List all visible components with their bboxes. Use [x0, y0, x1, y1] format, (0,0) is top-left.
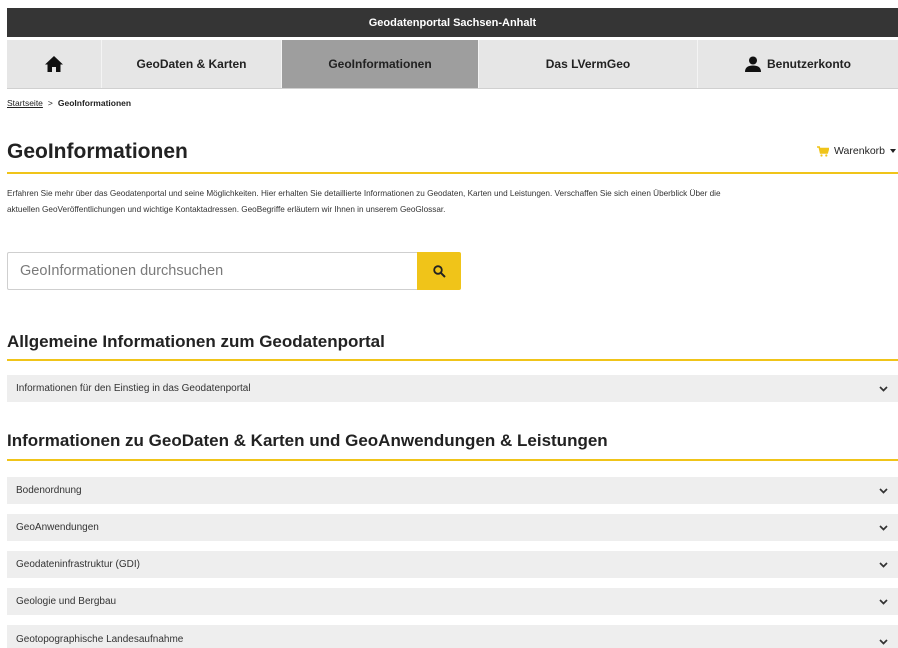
section-divider — [7, 459, 898, 461]
main-navigation: GeoDaten & Karten GeoInformationen Das L… — [7, 40, 898, 89]
accordion-item-label: GeoAnwendungen — [16, 522, 99, 533]
accordion-item-label: Bodenordnung — [16, 485, 82, 496]
chevron-down-icon — [879, 561, 888, 568]
title-divider — [7, 172, 898, 174]
page-title: GeoInformationen — [7, 140, 188, 163]
caret-down-icon — [890, 149, 896, 153]
intro-line: Erfahren Sie mehr über das Geodatenporta… — [7, 189, 721, 198]
nav-item-geoinformationen[interactable]: GeoInformationen — [282, 40, 479, 88]
section-title-geodaten-karten: Informationen zu GeoDaten & Karten und G… — [7, 431, 608, 450]
accordion-item[interactable]: GeoAnwendungen — [7, 514, 898, 541]
breadcrumb-home-link[interactable]: Startseite — [7, 98, 43, 108]
intro-line: aktuellen GeoVeröffentlichungen und wich… — [7, 205, 446, 214]
search-input[interactable] — [7, 252, 417, 290]
chevron-down-icon — [879, 524, 888, 531]
nav-item-geodaten-karten[interactable]: GeoDaten & Karten — [102, 40, 282, 88]
accordion-item-label: Geologie und Bergbau — [16, 596, 117, 607]
cart-button[interactable]: Warenkorb — [817, 145, 896, 157]
accordion-item[interactable]: Geologie und Bergbau — [7, 588, 898, 615]
search-button[interactable] — [417, 252, 461, 290]
nav-item-label: GeoInformationen — [328, 57, 432, 71]
accordion-item[interactable]: Geotopographische Landesaufnahme — [7, 625, 898, 648]
nav-item-label: Das LVermGeo — [545, 57, 631, 71]
breadcrumb-separator: > — [47, 98, 53, 108]
section-divider — [7, 359, 898, 361]
accordion-item-label: Geotopographische Landesaufnahme — [16, 634, 184, 645]
breadcrumb-current: GeoInformationen — [57, 98, 132, 108]
intro-text: Erfahren Sie mehr über das Geodatenporta… — [7, 186, 898, 218]
accordion-item-label: Geodateninfrastruktur (GDI) — [16, 559, 140, 570]
site-title: Geodatenportal Sachsen-Anhalt — [368, 16, 537, 29]
section-title-allgemeine: Allgemeine Informationen zum Geodatenpor… — [7, 332, 385, 351]
chevron-down-icon — [879, 639, 888, 645]
site-title-bar: Geodatenportal Sachsen-Anhalt — [7, 8, 898, 37]
user-icon — [745, 56, 761, 72]
chevron-down-icon — [879, 487, 888, 494]
chevron-down-icon — [879, 385, 888, 392]
nav-item-label: Benutzerkonto — [767, 57, 851, 71]
accordion-item[interactable]: Informationen für den Einstieg in das Ge… — [7, 375, 898, 402]
accordion-item-label: Informationen für den Einstieg in das Ge… — [16, 383, 251, 394]
home-icon — [45, 56, 63, 72]
nav-item-benutzerkonto[interactable]: Benutzerkonto — [698, 40, 898, 88]
shopping-cart-icon — [817, 145, 830, 157]
accordion-item[interactable]: Bodenordnung — [7, 477, 898, 504]
nav-item-das-lvermgeo[interactable]: Das LVermGeo — [479, 40, 698, 88]
accordion-item[interactable]: Geodateninfrastruktur (GDI) — [7, 551, 898, 578]
cart-label: Warenkorb — [834, 145, 885, 157]
breadcrumb: Startseite > GeoInformationen — [7, 98, 131, 108]
nav-item-label: GeoDaten & Karten — [136, 57, 247, 71]
search-icon — [432, 264, 446, 278]
search-bar — [7, 252, 461, 290]
chevron-down-icon — [879, 598, 888, 605]
nav-home-button[interactable] — [7, 40, 102, 88]
